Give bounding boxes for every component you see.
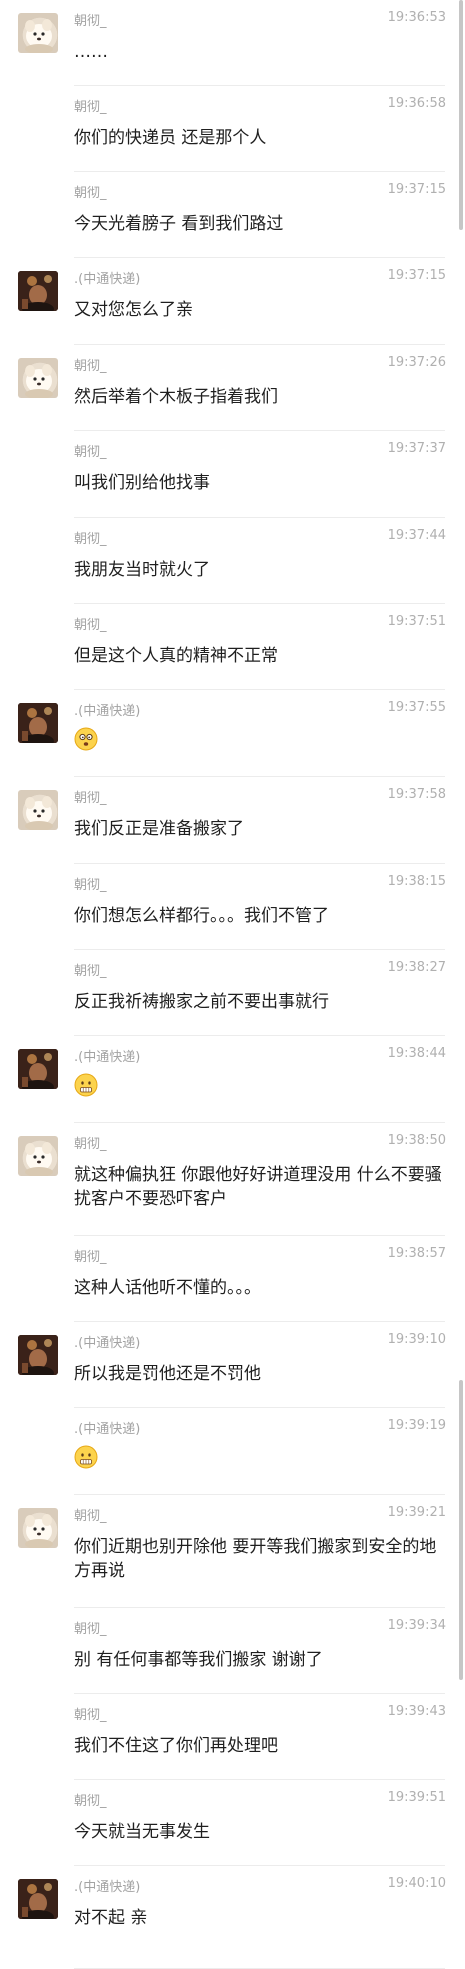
sender-name[interactable]: .(中通快递): [74, 700, 140, 719]
sender-name[interactable]: 朝彻_: [74, 874, 107, 893]
courier-avatar[interactable]: [18, 1335, 58, 1375]
dog-avatar[interactable]: [18, 1508, 58, 1548]
chat-message[interactable]: 朝彻_ 19:37:15 今天光着膀子 看到我们路过: [0, 172, 465, 258]
grimace-emoji: [74, 1073, 98, 1097]
message-timestamp: 19:38:57: [387, 1246, 446, 1261]
chat-message[interactable]: 朝彻_ 19:38:57 这种人话他听不懂的。。。: [0, 1236, 465, 1322]
courier-avatar[interactable]: [18, 1049, 58, 1089]
sender-name[interactable]: 朝彻_: [74, 10, 107, 29]
chat-message[interactable]: 朝彻_ 19:39:34 别 有任何事都等我们搬家 谢谢了: [0, 1608, 465, 1694]
message-timestamp: 19:38:15: [387, 874, 446, 889]
message-text: 我朋友当时就火了: [74, 560, 210, 580]
message-text: 又对您怎么了亲: [74, 300, 193, 320]
chat-message[interactable]: 朝彻_ 19:37:26 然后举着个木板子指着我们: [0, 345, 465, 431]
message-text: 今天光着膀子 看到我们路过: [74, 214, 284, 234]
sender-name[interactable]: .(中通快递): [74, 1332, 140, 1351]
chat-message[interactable]: 朝彻_ 19:37:58 我们反正是准备搬家了: [0, 777, 465, 864]
sender-name[interactable]: 朝彻_: [74, 1618, 107, 1637]
message-timestamp: 19:36:58: [387, 96, 446, 111]
sender-name[interactable]: 朝彻_: [74, 1704, 107, 1723]
sender-name[interactable]: 朝彻_: [74, 182, 107, 201]
sender-name[interactable]: 朝彻_: [74, 960, 107, 979]
sender-name[interactable]: 朝彻_: [74, 96, 107, 115]
message-timestamp: 19:36:53: [387, 10, 446, 25]
chat-message[interactable]: 朝彻_ 19:37:51 但是这个人真的精神不正常: [0, 604, 465, 690]
message-timestamp: 19:38:44: [387, 1046, 446, 1061]
dog-avatar[interactable]: [18, 1136, 58, 1176]
dog-avatar[interactable]: [18, 13, 58, 53]
dog-avatar[interactable]: [18, 790, 58, 830]
chat-message[interactable]: 朝彻_ 19:38:50 就这种偏执狂 你跟他好好讲道理没用 什么不要骚扰客户不要恐…: [0, 1123, 465, 1236]
sender-name[interactable]: 朝彻_: [74, 787, 107, 806]
sender-name[interactable]: 朝彻_: [74, 614, 107, 633]
chat-message[interactable]: .(中通快递) 19:39:19: [0, 1408, 465, 1495]
message-text: 别 有任何事都等我们搬家 谢谢了: [74, 1650, 323, 1670]
message-text: 叫我们别给他找事: [74, 473, 210, 493]
chat-message[interactable]: 朝彻_ 19:39:43 我们不住这了你们再处理吧: [0, 1694, 465, 1780]
sender-name[interactable]: 朝彻_: [74, 1246, 107, 1265]
sender-name[interactable]: .(中通快递): [74, 1418, 140, 1437]
message-timestamp: 19:39:19: [387, 1418, 446, 1433]
chat-message[interactable]: .(中通快递) 19:37:15 又对您怎么了亲: [0, 258, 465, 345]
courier-avatar[interactable]: [18, 271, 58, 311]
message-timestamp: 19:38:50: [387, 1133, 446, 1148]
message-text: 就这种偏执狂 你跟他好好讲道理没用 什么不要骚扰客户不要恐吓客户: [74, 1165, 442, 1209]
chat-message[interactable]: 朝彻_ 19:36:58 你们的快递员 还是那个人: [0, 86, 465, 172]
message-text: 我们不住这了你们再处理吧: [74, 1736, 278, 1756]
chat-message[interactable]: 朝彻_ 19:38:27 反正我祈祷搬家之前不要出事就行: [0, 950, 465, 1036]
chat-message[interactable]: .(中通快递) 19:40:10 对不起 亲: [0, 1866, 465, 1969]
dog-avatar[interactable]: [18, 358, 58, 398]
message-text: 你们想怎么样都行。。。我们不管了: [74, 906, 329, 926]
message-timestamp: 19:37:26: [387, 355, 446, 370]
message-timestamp: 19:39:51: [387, 1790, 446, 1805]
message-timestamp: 19:37:51: [387, 614, 446, 629]
message-text: 但是这个人真的精神不正常: [74, 646, 278, 666]
courier-avatar[interactable]: [18, 703, 58, 743]
message-text: ……: [74, 42, 108, 62]
chat-message[interactable]: 朝彻_ 19:39:51 今天就当无事发生: [0, 1780, 465, 1866]
message-timestamp: 19:39:34: [387, 1618, 446, 1633]
message-text: 你们的快递员 还是那个人: [74, 128, 267, 148]
chat-message[interactable]: .(中通快递) 19:38:44: [0, 1036, 465, 1123]
chat-message[interactable]: 朝彻_ 19:38:15 你们想怎么样都行。。。我们不管了: [0, 864, 465, 950]
message-timestamp: 19:38:27: [387, 960, 446, 975]
message-text: 你们近期也别开除他 要开等我们搬家到安全的地方再说: [74, 1537, 437, 1581]
message-text: 然后举着个木板子指着我们: [74, 387, 278, 407]
chat-message[interactable]: 朝彻_ 19:37:44 我朋友当时就火了: [0, 518, 465, 604]
message-timestamp: 19:37:55: [387, 700, 446, 715]
message-text: 对不起 亲: [74, 1908, 148, 1928]
chat-message[interactable]: .(中通快递) 19:39:10 所以我是罚他还是不罚他: [0, 1322, 465, 1408]
sender-name[interactable]: 朝彻_: [74, 528, 107, 547]
message-timestamp: 19:37:15: [387, 182, 446, 197]
chat-message-list[interactable]: 朝彻_ 19:36:53 …… 朝彻_ 19:36:58 你们的快递员 还是那个人 朝彻_ 1…: [0, 0, 465, 1969]
message-timestamp: 19:37:15: [387, 268, 446, 283]
message-timestamp: 19:37:58: [387, 787, 446, 802]
sender-name[interactable]: 朝彻_: [74, 1133, 107, 1152]
message-text: 这种人话他听不懂的。。。: [74, 1278, 261, 1298]
message-text: 今天就当无事发生: [74, 1822, 210, 1842]
sender-name[interactable]: 朝彻_: [74, 1505, 107, 1524]
chat-message[interactable]: .(中通快递) 19:37:55: [0, 690, 465, 777]
chat-message[interactable]: 朝彻_ 19:39:21 你们近期也别开除他 要开等我们搬家到安全的地方再说: [0, 1495, 465, 1608]
chat-message[interactable]: 朝彻_ 19:37:37 叫我们别给他找事: [0, 431, 465, 518]
courier-avatar[interactable]: [18, 1879, 58, 1919]
sender-name[interactable]: .(中通快递): [74, 1876, 140, 1895]
sender-name[interactable]: .(中通快递): [74, 268, 140, 287]
message-timestamp: 19:39:43: [387, 1704, 446, 1719]
grimace-emoji: [74, 1445, 98, 1469]
sender-name[interactable]: 朝彻_: [74, 355, 107, 374]
message-timestamp: 19:37:44: [387, 528, 446, 543]
message-timestamp: 19:39:10: [387, 1332, 446, 1347]
message-timestamp: 19:37:37: [387, 441, 446, 456]
sender-name[interactable]: 朝彻_: [74, 441, 107, 460]
chat-message[interactable]: 朝彻_ 19:36:53 ……: [0, 0, 465, 86]
message-text: 反正我祈祷搬家之前不要出事就行: [74, 992, 329, 1012]
message-text: 我们反正是准备搬家了: [74, 819, 244, 839]
sender-name[interactable]: 朝彻_: [74, 1790, 107, 1809]
sender-name[interactable]: .(中通快递): [74, 1046, 140, 1065]
message-timestamp: 19:40:10: [387, 1876, 446, 1891]
message-text: 所以我是罚他还是不罚他: [74, 1364, 261, 1384]
dizzy-face-emoji: [74, 727, 98, 751]
message-timestamp: 19:39:21: [387, 1505, 446, 1520]
